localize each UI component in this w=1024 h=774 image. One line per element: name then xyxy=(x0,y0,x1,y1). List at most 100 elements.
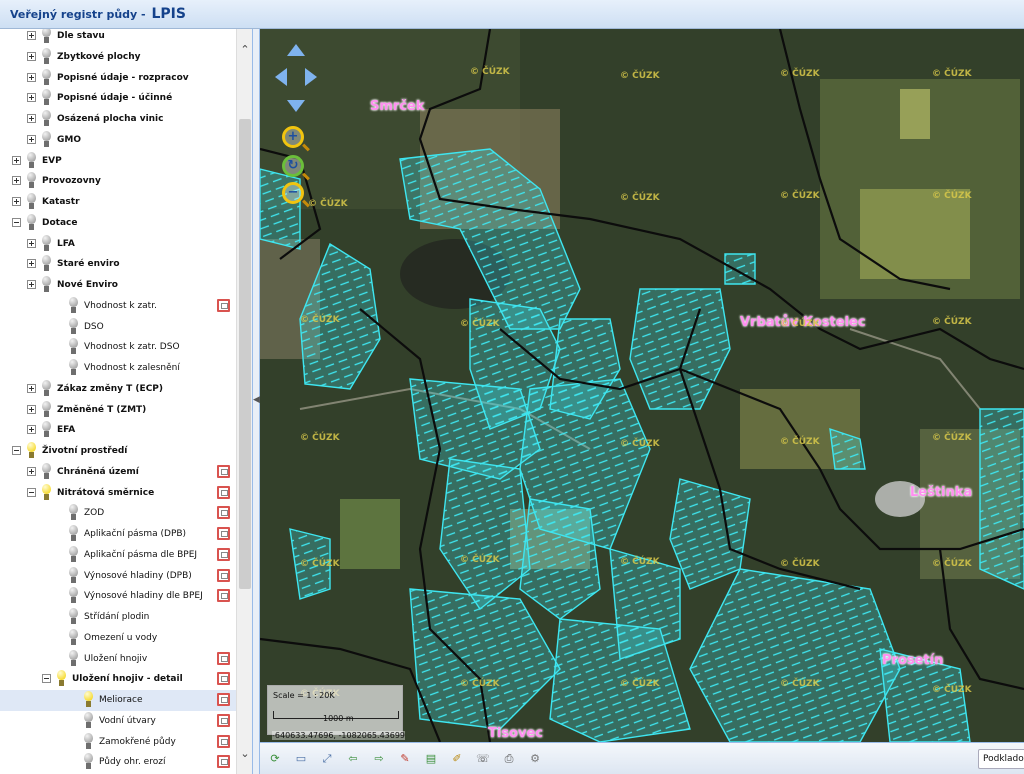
lightbulb-off-icon[interactable] xyxy=(41,400,52,418)
tree-item[interactable]: Nitrátová směrnice xyxy=(0,483,236,504)
lightbulb-off-icon[interactable] xyxy=(83,753,94,770)
collapse-icon[interactable] xyxy=(12,217,21,227)
lightbulb-off-icon[interactable] xyxy=(68,359,79,376)
lightbulb-off-icon[interactable] xyxy=(26,193,37,210)
screen-icon[interactable]: ▭ xyxy=(292,750,310,768)
lightbulb-off-icon[interactable] xyxy=(41,29,52,44)
basemap-button[interactable]: Podkladov xyxy=(978,749,1024,769)
tree-item[interactable]: Vhodnost k zatr. DSO xyxy=(0,337,236,358)
lightbulb-off-icon[interactable] xyxy=(41,379,52,397)
lightbulb-off-icon[interactable] xyxy=(68,545,79,563)
map-view[interactable]: Smrček Vrbatův Kostelec Leštinka Prosetín Ti… xyxy=(260,29,1024,742)
tree-item[interactable]: Půdy ohr. erozí xyxy=(0,752,236,773)
tree-item[interactable]: Aplikační pásma dle BPEJ xyxy=(0,545,236,566)
tree-item[interactable]: Katastr xyxy=(0,192,236,213)
zoom-reset-icon[interactable]: ↻ xyxy=(282,155,304,177)
lightbulb-on-icon[interactable] xyxy=(26,442,37,459)
lightbulb-off-icon[interactable] xyxy=(41,234,52,252)
lightbulb-off-icon[interactable] xyxy=(41,89,52,106)
lightbulb-on-icon[interactable] xyxy=(56,670,67,687)
tree-item[interactable]: Chráněná území xyxy=(0,462,236,483)
expand-icon[interactable] xyxy=(27,238,36,248)
scroll-up-icon[interactable]: ⌃ xyxy=(237,41,252,59)
tree-item[interactable]: Nové Enviro xyxy=(0,275,236,296)
lightbulb-off-icon[interactable] xyxy=(41,47,52,65)
legend-icon[interactable] xyxy=(217,485,230,499)
tree-item[interactable]: Uložení hnojiv xyxy=(0,649,236,670)
lightbulb-off-icon[interactable] xyxy=(41,421,52,438)
lightbulb-off-icon[interactable] xyxy=(68,296,79,314)
pan-left-icon[interactable] xyxy=(275,68,287,86)
forward-icon[interactable]: ⇨ xyxy=(370,750,388,768)
scroll-down-icon[interactable]: ⌄ xyxy=(237,745,252,763)
tree-item[interactable]: ZOD xyxy=(0,503,236,524)
tree-item[interactable]: Popisné údaje - účinné xyxy=(0,88,236,109)
zoom-in-icon[interactable]: + xyxy=(282,126,304,148)
legend-icon[interactable] xyxy=(217,568,230,582)
back-icon[interactable]: ⇦ xyxy=(344,750,362,768)
legend-icon[interactable] xyxy=(217,693,230,706)
expand-icon[interactable] xyxy=(27,93,36,103)
brush-icon[interactable]: ✐ xyxy=(448,750,466,768)
expand-icon[interactable] xyxy=(27,259,36,269)
layers-icon[interactable]: ▤ xyxy=(422,750,440,768)
expand-icon[interactable] xyxy=(27,425,36,435)
zoom-extent-icon[interactable]: ⤢ xyxy=(318,750,336,768)
tree-item[interactable]: Vodní útvary xyxy=(0,711,236,732)
lightbulb-off-icon[interactable] xyxy=(41,130,52,148)
tree-item[interactable]: Vhodnost k zatr. xyxy=(0,296,236,317)
pan-up-icon[interactable] xyxy=(287,44,305,56)
refresh-icon[interactable]: ⟳ xyxy=(266,750,284,768)
lightbulb-off-icon[interactable] xyxy=(68,628,79,646)
lightbulb-off-icon[interactable] xyxy=(83,732,94,750)
lightbulb-off-icon[interactable] xyxy=(83,711,94,729)
legend-icon[interactable] xyxy=(217,298,230,312)
tree-item[interactable]: Životní prostředí xyxy=(0,441,236,462)
tree-item[interactable]: Provozovny xyxy=(0,171,236,192)
lightbulb-off-icon[interactable] xyxy=(68,566,79,584)
tree-item[interactable]: Dotace xyxy=(0,213,236,234)
legend-icon[interactable] xyxy=(217,589,230,603)
tree-item[interactable]: Zákaz změny T (ECP) xyxy=(0,379,236,400)
expand-icon[interactable] xyxy=(27,51,36,61)
pan-right-icon[interactable] xyxy=(305,68,317,86)
tree-item[interactable]: Staré enviro xyxy=(0,254,236,275)
lightbulb-off-icon[interactable] xyxy=(68,504,79,521)
expand-icon[interactable] xyxy=(27,280,36,289)
expand-icon[interactable] xyxy=(27,466,36,476)
lightbulb-on-icon[interactable] xyxy=(41,483,52,501)
lightbulb-off-icon[interactable] xyxy=(41,110,52,127)
ruler-icon[interactable]: ✎ xyxy=(396,750,414,768)
lightbulb-off-icon[interactable] xyxy=(68,525,79,542)
legend-icon[interactable] xyxy=(217,464,230,478)
tree-item[interactable]: Vhodnost k zalesnění xyxy=(0,358,236,379)
lightbulb-off-icon[interactable] xyxy=(26,151,37,169)
tree-item[interactable]: Omezení u vody xyxy=(0,628,236,649)
legend-icon[interactable] xyxy=(217,755,230,769)
panel-splitter[interactable]: ◀ xyxy=(253,29,260,774)
phone-icon[interactable]: ☏ xyxy=(474,750,492,768)
expand-icon[interactable] xyxy=(27,114,36,123)
lightbulb-on-icon[interactable] xyxy=(83,691,94,708)
legend-icon[interactable] xyxy=(217,527,230,540)
settings-icon[interactable]: ⚙ xyxy=(526,750,544,768)
tree-item[interactable]: Výnosové hladiny dle BPEJ xyxy=(0,586,236,607)
expand-icon[interactable] xyxy=(27,404,36,414)
lightbulb-off-icon[interactable] xyxy=(26,213,37,231)
lightbulb-off-icon[interactable] xyxy=(26,172,37,189)
tree-item[interactable]: EFA xyxy=(0,420,236,441)
lightbulb-off-icon[interactable] xyxy=(68,317,79,335)
collapse-icon[interactable] xyxy=(27,487,36,497)
tree-item[interactable]: Střídání plodin xyxy=(0,607,236,628)
legend-icon[interactable] xyxy=(217,651,230,665)
print-icon[interactable]: ⎙ xyxy=(500,750,518,768)
expand-icon[interactable] xyxy=(12,155,21,165)
tree-item[interactable]: Meliorace xyxy=(0,690,236,711)
tree-item[interactable]: Zamokřené půdy xyxy=(0,732,236,753)
tree-item[interactable]: Zbytkové plochy xyxy=(0,47,236,68)
lightbulb-off-icon[interactable] xyxy=(41,276,52,293)
zoom-out-icon[interactable]: − xyxy=(282,182,304,204)
legend-icon[interactable] xyxy=(217,506,230,520)
expand-icon[interactable] xyxy=(12,176,21,186)
legend-icon[interactable] xyxy=(217,547,230,561)
